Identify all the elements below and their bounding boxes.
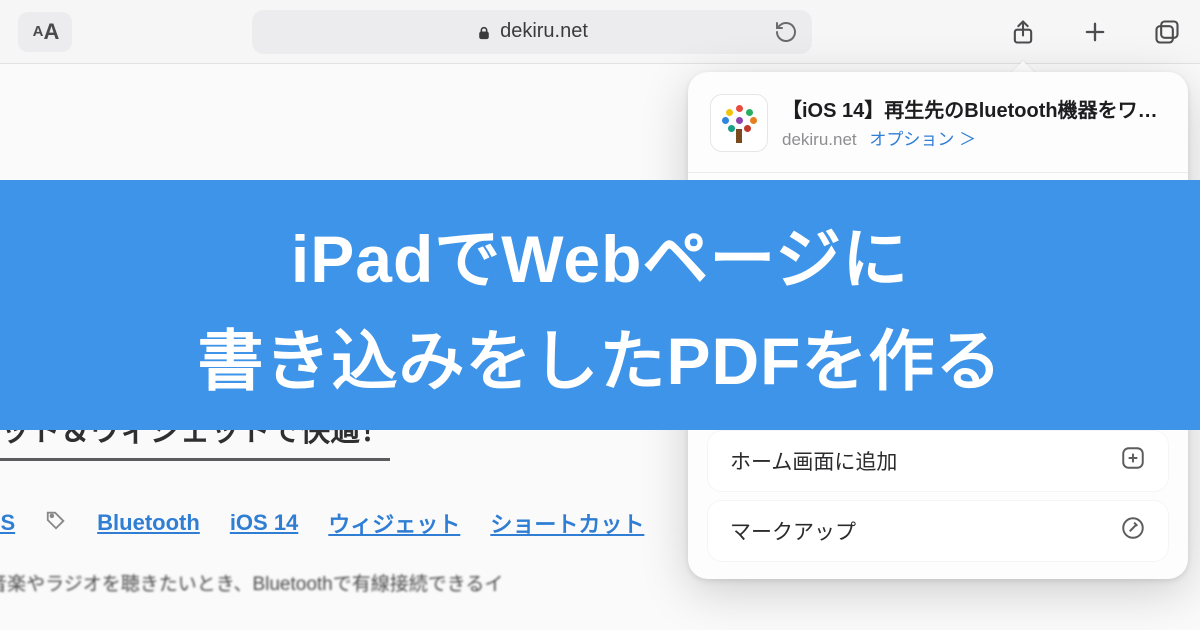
lock-icon	[476, 24, 492, 40]
url-text: dekiru.net	[500, 20, 588, 43]
row-label: ホーム画面に追加	[730, 446, 897, 476]
new-tab-button[interactable]	[1080, 17, 1110, 47]
tree-icon	[722, 103, 756, 143]
share-action-markup[interactable]: マークアップ	[708, 501, 1168, 561]
share-title: 【iOS 14】再生先のBluetooth機器をワン…	[782, 94, 1162, 123]
share-subtitle: dekiru.net オプション ＞	[782, 125, 1162, 150]
reader-text-size-button[interactable]: AA	[18, 12, 72, 52]
share-action-homescreen[interactable]: ホーム画面に追加	[708, 431, 1168, 491]
markup-icon	[1120, 515, 1146, 547]
tabs-button[interactable]	[1152, 17, 1182, 47]
tag-icon	[45, 509, 67, 537]
site-favicon	[710, 94, 768, 152]
headline-line-1: iPadでWebページに	[291, 206, 909, 302]
text-size-large-icon: A	[43, 19, 57, 45]
category-link[interactable]: e/Mac/iOS	[0, 510, 15, 536]
tag-link[interactable]: ウィジェット	[328, 507, 460, 539]
headline-line-2: 書き込みをしたPDFを作る	[198, 308, 1003, 404]
tag-link[interactable]: iOS 14	[230, 510, 298, 536]
share-button[interactable]	[1008, 17, 1038, 47]
address-bar[interactable]: dekiru.net	[252, 10, 812, 54]
text-size-small-icon: A	[33, 23, 42, 40]
tag-link[interactable]: ショートカット	[490, 507, 644, 539]
safari-toolbar: AA dekiru.net	[0, 0, 1200, 64]
refresh-button[interactable]	[772, 18, 800, 46]
toolbar-actions	[1008, 17, 1182, 47]
share-domain: dekiru.net	[782, 130, 857, 149]
share-sheet-header: 【iOS 14】再生先のBluetooth機器をワン… dekiru.net オ…	[688, 88, 1188, 173]
share-options-link[interactable]: オプション ＞	[869, 130, 976, 149]
tag-link[interactable]: Bluetooth	[97, 510, 200, 536]
row-label: マークアップ	[730, 516, 856, 546]
headline-overlay: iPadでWebページに 書き込みをしたPDFを作る	[0, 180, 1200, 430]
plus-square-icon	[1120, 445, 1146, 477]
